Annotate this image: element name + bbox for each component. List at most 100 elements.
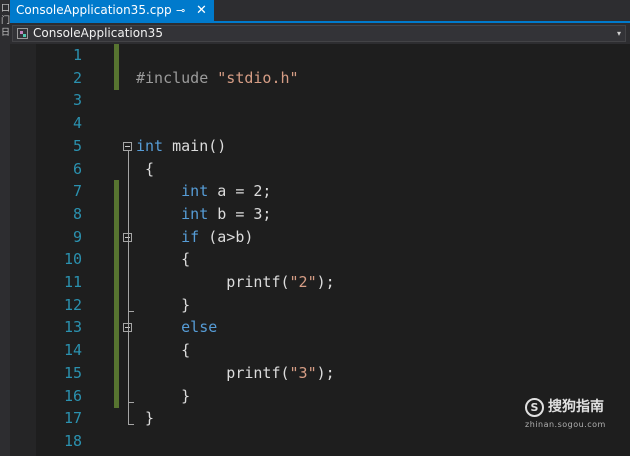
dropdown-arrow-icon[interactable]: ▾ <box>617 26 621 41</box>
code-token: } <box>136 295 191 314</box>
navigation-bar: ConsoleApplication35 ▾ <box>10 23 630 44</box>
change-indicator <box>114 66 119 90</box>
code-text[interactable]: { <box>136 248 190 271</box>
code-token: ); <box>316 363 335 382</box>
line-number: 16 <box>63 386 82 405</box>
line-number: 13 <box>63 318 82 337</box>
code-line[interactable]: 15 printf("3"); <box>10 362 630 385</box>
code-line[interactable]: 11 printf("2"); <box>10 271 630 294</box>
code-line[interactable]: 7 int a = 2; <box>10 180 630 203</box>
code-text[interactable]: } <box>136 385 190 408</box>
code-text[interactable]: { <box>136 339 190 362</box>
tab-title: ConsoleApplication35.cpp <box>16 3 172 17</box>
line-number: 17 <box>63 409 82 428</box>
code-token: { <box>136 341 191 360</box>
code-token: (a>b) <box>199 227 254 246</box>
code-token: ); <box>316 273 335 291</box>
code-text[interactable]: } <box>136 294 190 317</box>
line-number: 7 <box>72 182 82 201</box>
code-text[interactable]: printf("3"); <box>136 362 335 385</box>
change-indicator <box>114 339 119 363</box>
line-number: 2 <box>72 68 82 87</box>
project-icon <box>17 28 28 39</box>
toolbox-glyph-2: 门 <box>1 16 11 26</box>
code-line[interactable]: 13 else <box>10 316 630 339</box>
toolbox-glyph-3: 日 <box>1 28 11 38</box>
code-token: } <box>136 409 155 428</box>
code-text[interactable]: } <box>136 407 154 430</box>
change-indicator <box>114 293 119 317</box>
sogou-watermark: S 搜狗指南 zhinan.sogou.com <box>525 398 625 438</box>
outline-end-tick <box>128 401 134 403</box>
string-token: "3" <box>289 363 317 382</box>
change-indicator <box>114 384 119 408</box>
code-line[interactable]: 9 if (a>b) <box>10 226 630 249</box>
code-text[interactable]: int b = 3; <box>136 203 271 226</box>
change-indicator <box>114 225 119 249</box>
code-token: printf( <box>136 273 290 291</box>
sogou-logo-icon: S <box>525 398 544 417</box>
code-text[interactable]: #include "stdio.h" <box>136 67 299 90</box>
line-number: 10 <box>63 250 82 269</box>
code-line[interactable]: 5 int main() <box>10 135 630 158</box>
outline-guide <box>128 150 129 425</box>
outline-end-tick <box>128 310 134 312</box>
code-line[interactable]: 14 { <box>10 339 630 362</box>
string-token: "2" <box>289 273 317 291</box>
line-number: 18 <box>63 431 82 450</box>
line-number: 9 <box>72 227 82 246</box>
close-icon[interactable]: ✕ <box>196 0 207 21</box>
code-line[interactable]: 3 <box>10 89 630 112</box>
line-number: 3 <box>72 91 82 110</box>
line-number: 12 <box>63 295 82 314</box>
code-token: } <box>136 386 191 405</box>
code-text[interactable]: { <box>136 158 154 181</box>
watermark-text: 搜狗指南 <box>548 399 604 415</box>
code-text[interactable]: int main() <box>136 135 226 158</box>
pin-icon[interactable]: ⊸ <box>176 0 185 21</box>
code-line[interactable]: 12 } <box>10 294 630 317</box>
code-line[interactable]: 2 #include "stdio.h" <box>10 67 630 90</box>
code-token: { <box>136 159 155 178</box>
code-line[interactable]: 8 int b = 3; <box>10 203 630 226</box>
code-token: b = 3; <box>208 204 272 223</box>
code-token: { <box>136 250 191 269</box>
collapse-icon[interactable] <box>123 141 132 151</box>
code-line[interactable]: 10 { <box>10 248 630 271</box>
keyword-token: int <box>181 204 209 223</box>
code-text[interactable]: int a = 2; <box>136 180 271 203</box>
code-text[interactable]: printf("2"); <box>136 271 335 294</box>
outline-end-tick <box>128 424 134 426</box>
code-line[interactable]: 1 <box>10 44 630 67</box>
line-number: 6 <box>72 159 82 178</box>
change-indicator <box>114 248 119 272</box>
change-indicator <box>114 202 119 227</box>
line-number: 15 <box>63 363 82 382</box>
string-token: "stdio.h" <box>217 68 299 87</box>
line-number: 5 <box>72 136 82 155</box>
project-scope-dropdown[interactable]: ConsoleApplication35 ▾ <box>12 25 626 42</box>
keyword-token: else <box>181 318 218 337</box>
code-editor[interactable]: 1 2 #include "stdio.h" 3 4 5 int main() 6 {7 in… <box>10 44 630 456</box>
line-number: 11 <box>63 273 82 291</box>
code-token: a = 2; <box>208 182 272 201</box>
tab-consoleapplication35-cpp[interactable]: ConsoleApplication35.cpp ⊸ ✕ <box>10 0 214 21</box>
preprocessor-token: #include <box>136 68 218 87</box>
change-indicator <box>114 180 119 204</box>
code-token: printf( <box>136 363 290 382</box>
code-token: main() <box>163 136 227 155</box>
change-indicator <box>114 361 119 385</box>
keyword-token: if <box>181 227 200 246</box>
line-number: 4 <box>72 114 82 133</box>
line-number: 1 <box>72 46 82 64</box>
code-line[interactable]: 6 { <box>10 158 630 181</box>
keyword-token: int <box>136 136 164 155</box>
code-text[interactable]: else <box>136 316 217 339</box>
code-text[interactable]: if (a>b) <box>136 226 253 249</box>
line-number: 14 <box>63 341 82 360</box>
code-line[interactable]: 4 <box>10 112 630 135</box>
